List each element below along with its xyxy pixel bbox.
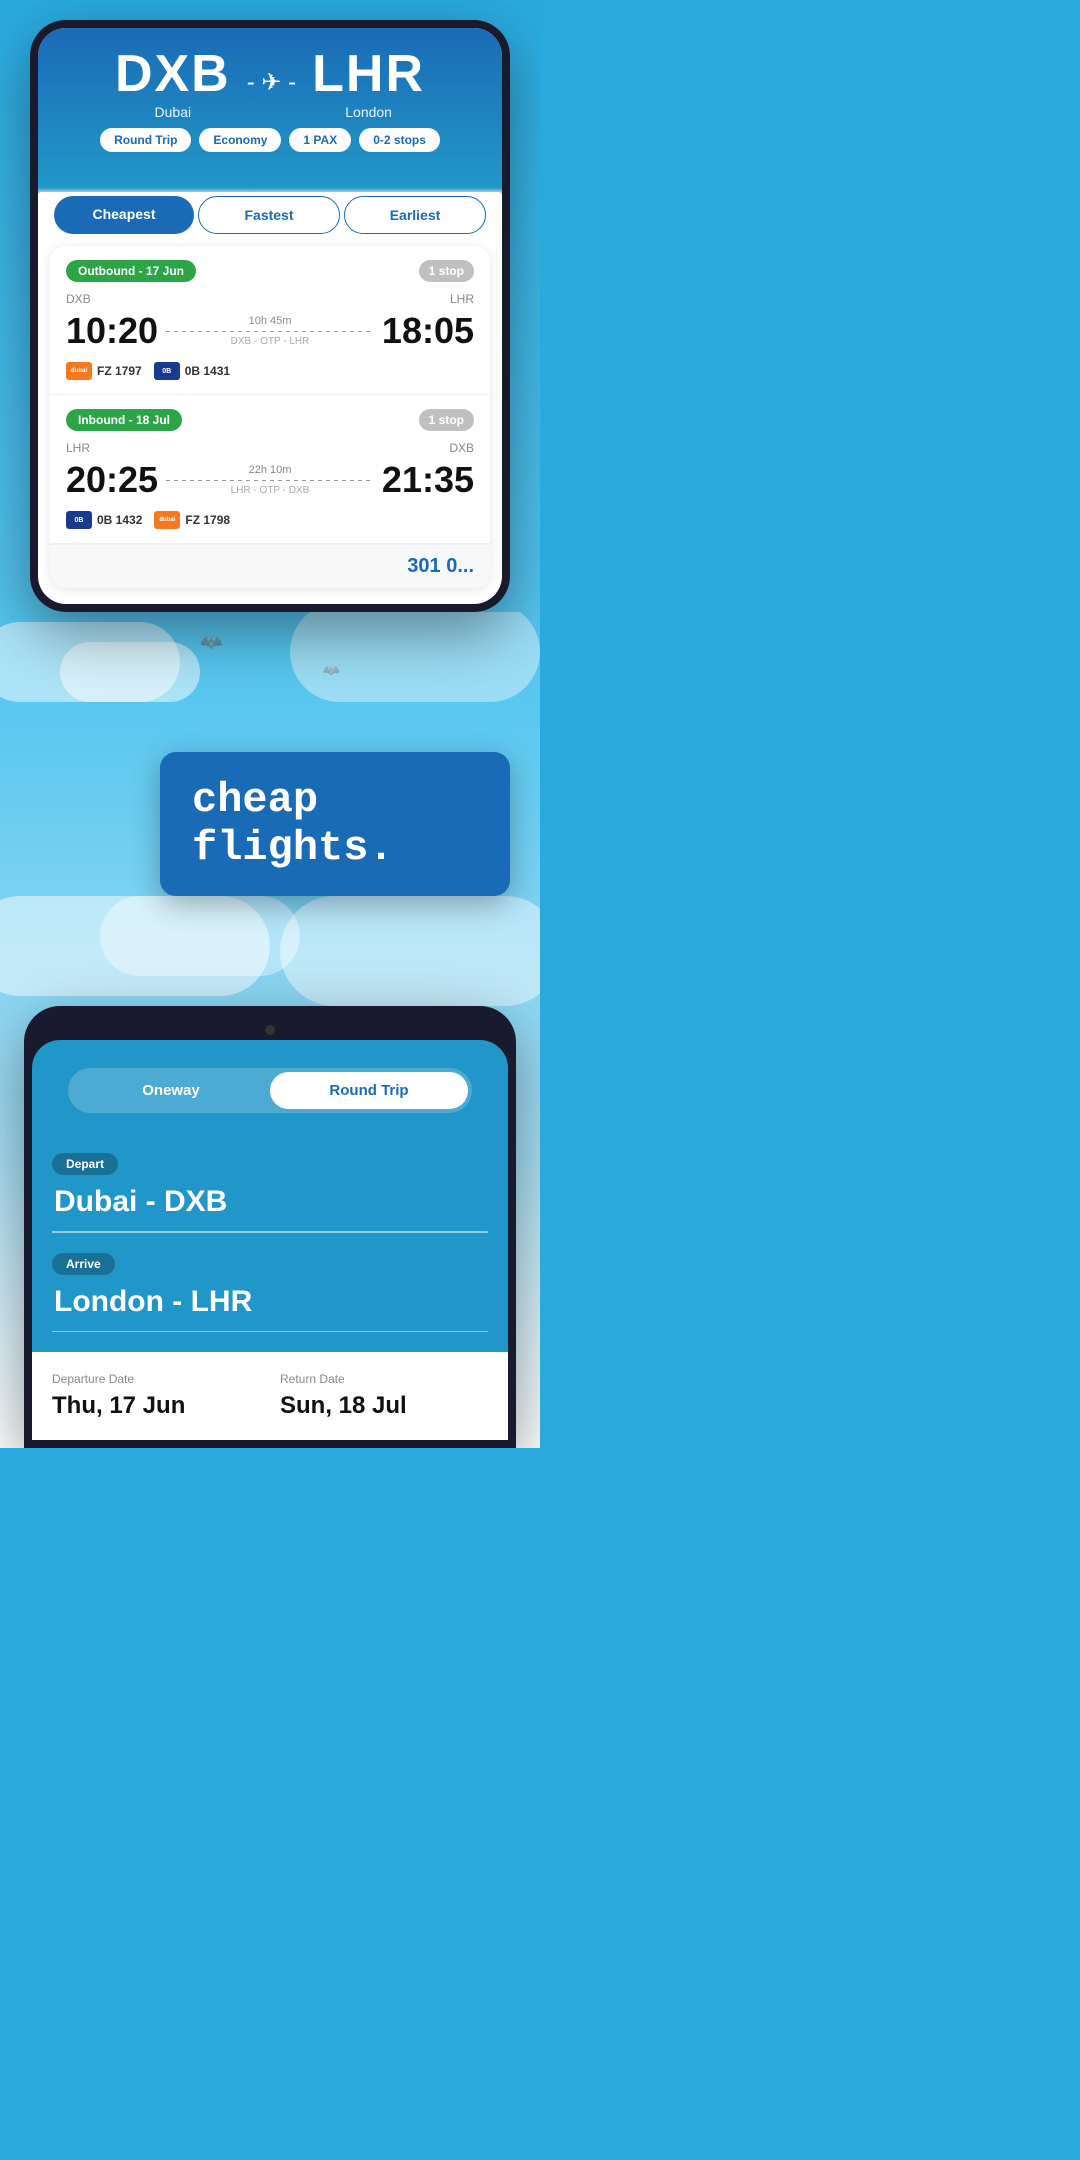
outbound-route: DXB - OTP - LHR <box>166 336 374 347</box>
from-city: Dubai <box>115 104 231 120</box>
stops-pill[interactable]: 0-2 stops <box>359 128 440 152</box>
inbound-duration-info: 22h 10m LHR - OTP - DXB <box>166 464 374 496</box>
inbound-from-airport: LHR <box>66 441 90 455</box>
outbound-depart-time: 10:20 <box>66 310 158 352</box>
return-date-value[interactable]: Sun, 18 Jul <box>280 1392 488 1420</box>
outbound-to-airport: LHR <box>450 292 474 306</box>
oneway-option[interactable]: Oneway <box>72 1072 270 1109</box>
outbound-airline2-logo: 0B <box>154 362 180 380</box>
cabin-class-pill[interactable]: Economy <box>199 128 281 152</box>
price-partial: 301 0... <box>407 555 474 577</box>
to-city: London <box>312 104 425 120</box>
to-airport-code: LHR <box>312 44 425 104</box>
inbound-airline2-code: FZ 1798 <box>185 513 230 527</box>
departure-date-label: Departure Date <box>52 1372 260 1386</box>
round-trip-pill[interactable]: Round Trip <box>100 128 191 152</box>
arrive-label: Arrive <box>52 1253 115 1275</box>
outbound-from-airport: DXB <box>66 292 91 306</box>
outbound-label: Outbound - 17 Jun <box>66 260 196 282</box>
tab-cheapest[interactable]: Cheapest <box>54 196 194 234</box>
outbound-airline1: dubai FZ 1797 <box>66 362 142 380</box>
from-airport-code: DXB <box>115 44 231 104</box>
return-date-group[interactable]: Return Date Sun, 18 Jul <box>280 1372 488 1420</box>
inbound-label: Inbound - 18 Jul <box>66 409 182 431</box>
outbound-duration-info: 10h 45m DXB - OTP - LHR <box>166 315 374 347</box>
inbound-airline1: 0B 0B 1432 <box>66 511 142 529</box>
inbound-to-airport: DXB <box>449 441 474 455</box>
inbound-airline2: dubai FZ 1798 <box>154 511 230 529</box>
outbound-arrive-time: 18:05 <box>382 310 474 352</box>
outbound-airline1-code: FZ 1797 <box>97 364 142 378</box>
inbound-stops-badge: 1 stop <box>419 409 474 431</box>
outbound-stops-badge: 1 stop <box>419 260 474 282</box>
tab-earliest[interactable]: Earliest <box>344 196 486 234</box>
departure-date-value[interactable]: Thu, 17 Jun <box>52 1392 260 1420</box>
inbound-depart-time: 20:25 <box>66 459 158 501</box>
depart-label: Depart <box>52 1153 118 1175</box>
inbound-airline1-logo: 0B <box>66 511 92 529</box>
notch-camera <box>265 1025 275 1035</box>
flight-direction-icon: - ✈ - <box>247 68 296 97</box>
inbound-airline2-logo: dubai <box>154 511 180 529</box>
phone-notch <box>240 1020 300 1040</box>
cheap-flights-banner: cheap flights. <box>192 776 478 872</box>
trip-type-toggle[interactable]: Oneway Round Trip <box>68 1068 472 1113</box>
date-section: Departure Date Thu, 17 Jun Return Date S… <box>32 1352 508 1440</box>
inbound-route: LHR - OTP - DXB <box>166 485 374 496</box>
depart-value[interactable]: Dubai - DXB <box>52 1185 488 1219</box>
inbound-duration: 22h 10m <box>166 464 374 476</box>
arrive-value[interactable]: London - LHR <box>52 1285 488 1319</box>
inbound-airline1-code: 0B 1432 <box>97 513 142 527</box>
outbound-duration: 10h 45m <box>166 315 374 327</box>
inbound-arrive-time: 21:35 <box>382 459 474 501</box>
tab-fastest[interactable]: Fastest <box>198 196 340 234</box>
outbound-airline2: 0B 0B 1431 <box>154 362 230 380</box>
outbound-airline1-logo: dubai <box>66 362 92 380</box>
outbound-airline2-code: 0B 1431 <box>185 364 230 378</box>
departure-date-group[interactable]: Departure Date Thu, 17 Jun <box>52 1372 260 1420</box>
pax-pill[interactable]: 1 PAX <box>289 128 351 152</box>
return-date-label: Return Date <box>280 1372 488 1386</box>
roundtrip-option[interactable]: Round Trip <box>270 1072 468 1109</box>
